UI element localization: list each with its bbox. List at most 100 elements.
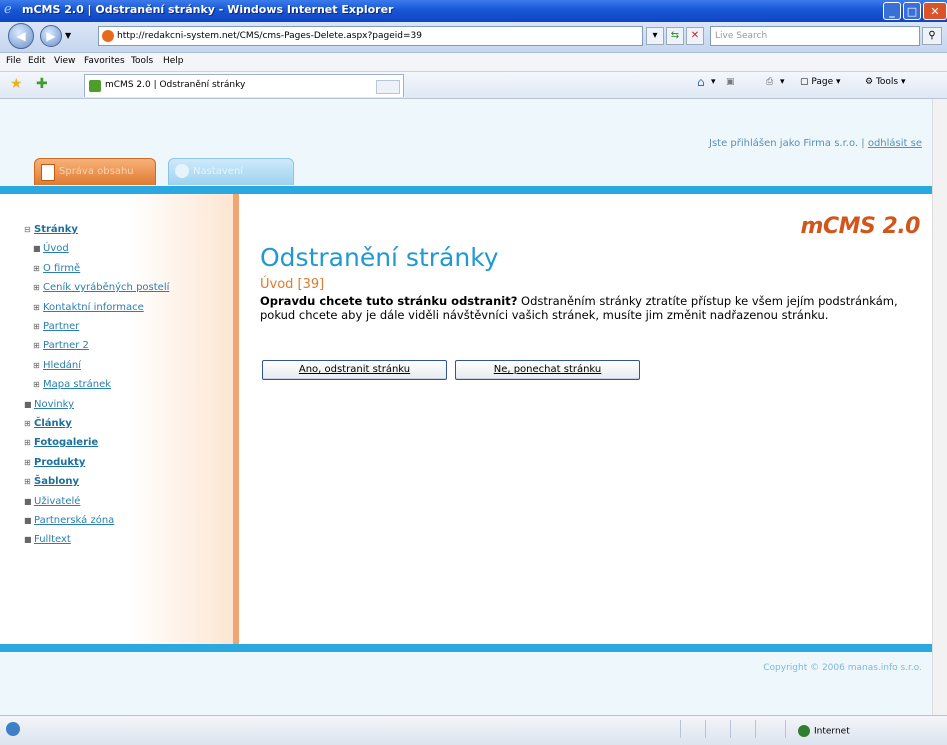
search-input[interactable]: Live Search: [710, 26, 920, 46]
page-subtitle: Úvod [39]: [260, 277, 325, 292]
sidebar-item-label[interactable]: Hledání: [43, 360, 81, 371]
sidebar-item-partner[interactable]: ⊞ Partner: [33, 321, 79, 332]
sidebar-item-mapa-stranek[interactable]: ⊞ Mapa stránek: [33, 379, 111, 390]
confirm-delete-button[interactable]: Ano, odstranit stránku: [262, 360, 447, 380]
print-dropdown-icon[interactable]: ▾: [780, 77, 785, 87]
feeds-icon[interactable]: ▣: [726, 77, 735, 87]
forward-button[interactable]: ▶: [40, 25, 62, 47]
expand-icon[interactable]: ⊞: [33, 322, 43, 331]
sidebar-item-label[interactable]: Fotogalerie: [34, 437, 98, 448]
expand-icon[interactable]: ⊞: [24, 438, 34, 447]
tools-menu-button[interactable]: ⚙ Tools ▾: [865, 77, 906, 87]
expand-icon[interactable]: ⊞: [33, 361, 43, 370]
footer-divider: [0, 644, 932, 652]
page-icon: [102, 30, 114, 42]
sidebar-item-o-firme[interactable]: ⊞ O firmě: [33, 263, 80, 274]
address-input[interactable]: http://redakcni-system.net/CMS/cms-Pages…: [98, 26, 643, 46]
expand-icon[interactable]: ⊞: [33, 264, 43, 273]
refresh-icon[interactable]: ⇆: [666, 27, 684, 45]
tab-settings[interactable]: Nastavení: [168, 158, 294, 185]
add-favorite-icon[interactable]: ✚: [36, 76, 48, 92]
favorites-star-icon[interactable]: ★: [10, 76, 23, 92]
history-dropdown-icon[interactable]: ▼: [65, 31, 71, 40]
window-title-bar[interactable]: ℯ mCMS 2.0 | Odstranění stránky - Window…: [0, 0, 947, 22]
sidebar-item-fulltext[interactable]: ■ Fulltext: [24, 534, 71, 545]
sidebar-item-cenik-vyrabenych-posteli[interactable]: ⊞ Ceník vyráběných postelí: [33, 282, 169, 293]
tab-content-management[interactable]: Správa obsahu: [34, 158, 156, 185]
menu-favorites[interactable]: Favorites: [84, 56, 125, 66]
sidebar-item-label[interactable]: Fulltext: [34, 534, 71, 545]
expand-icon[interactable]: ⊞: [33, 283, 43, 292]
menu-tools[interactable]: Tools: [131, 56, 153, 66]
security-zone[interactable]: Internet: [798, 725, 850, 737]
status-separator: [755, 720, 756, 738]
expand-icon[interactable]: ⊞: [33, 380, 43, 389]
sidebar-item-label[interactable]: Novinky: [34, 399, 74, 410]
sidebar-item-label[interactable]: Uživatelé: [34, 496, 80, 507]
sidebar-item-label[interactable]: Úvod: [43, 243, 69, 254]
copyright-text: Copyright © 2006 manas.info s.r.o.: [763, 663, 922, 673]
sidebar-item-label[interactable]: Stránky: [34, 224, 78, 235]
back-button[interactable]: ◀: [8, 23, 34, 49]
home-dropdown-icon[interactable]: ▾: [711, 77, 716, 87]
status-separator: [785, 720, 786, 738]
tab-content-management-label: Správa obsahu: [59, 166, 134, 177]
sidebar-item-label[interactable]: Kontaktní informace: [43, 302, 144, 313]
menu-help[interactable]: Help: [163, 56, 184, 66]
bullet-icon: ■: [24, 535, 32, 544]
minimize-button[interactable]: _: [883, 2, 901, 20]
new-tab-button[interactable]: [376, 80, 400, 94]
sidebar-item-label[interactable]: Šablony: [34, 476, 79, 487]
confirmation-question: Opravdu chcete tuto stránku odstranit?: [260, 294, 518, 308]
address-dropdown-button[interactable]: ▾: [646, 27, 664, 45]
security-zone-label: Internet: [814, 726, 850, 737]
sidebar-item-produkty[interactable]: ⊞ Produkty: [24, 457, 85, 468]
print-icon[interactable]: ⎙: [766, 77, 773, 87]
sidebar-item-stranky[interactable]: ⊟ Stránky: [24, 224, 78, 235]
sidebar-item-label[interactable]: Partner: [43, 321, 79, 332]
stop-icon[interactable]: ✕: [686, 27, 704, 45]
page-scrollbar[interactable]: [932, 99, 947, 715]
search-icon[interactable]: ⚲: [922, 27, 942, 45]
home-icon[interactable]: ⌂: [697, 75, 705, 89]
sidebar-item-label[interactable]: Ceník vyráběných postelí: [43, 282, 169, 293]
sidebar-item-label[interactable]: Partnerská zóna: [34, 515, 114, 526]
expand-icon[interactable]: ⊞: [24, 458, 34, 467]
logout-link[interactable]: odhlásit se: [868, 138, 922, 149]
expand-icon[interactable]: ⊞: [24, 477, 34, 486]
user-info: Jste přihlášen jako Firma s.r.o. | odhlá…: [709, 138, 922, 149]
keep-page-button[interactable]: Ne, ponechat stránku: [455, 360, 640, 380]
status-separator: [680, 720, 681, 738]
settings-icon: [175, 164, 189, 178]
expand-icon[interactable]: ⊞: [33, 303, 43, 312]
expand-icon[interactable]: ⊞: [24, 419, 34, 428]
tab-settings-label: Nastavení: [193, 166, 244, 177]
sidebar-item-label[interactable]: Mapa stránek: [43, 379, 111, 390]
sidebar-item-sablony[interactable]: ⊞ Šablony: [24, 476, 79, 487]
menu-file[interactable]: File: [6, 56, 21, 66]
sidebar-item-label[interactable]: Články: [34, 418, 72, 429]
expand-icon[interactable]: ⊞: [33, 341, 43, 350]
sidebar-item-label[interactable]: O firmě: [43, 263, 80, 274]
page-menu-label: Page: [811, 77, 834, 87]
menu-view[interactable]: View: [54, 56, 75, 66]
sidebar-item-uvod[interactable]: ■ Úvod: [33, 243, 69, 254]
page-status-icon: [6, 722, 20, 736]
sidebar-item-clanky[interactable]: ⊞ Články: [24, 418, 72, 429]
browser-tab-active[interactable]: mCMS 2.0 | Odstranění stránky: [84, 74, 404, 97]
collapse-icon[interactable]: ⊟: [24, 225, 34, 234]
sidebar-item-fotogalerie[interactable]: ⊞ Fotogalerie: [24, 437, 98, 448]
sidebar-item-label[interactable]: Partner 2: [43, 340, 89, 351]
maximize-button[interactable]: □: [903, 2, 921, 20]
sidebar-item-hledani[interactable]: ⊞ Hledání: [33, 360, 81, 371]
menu-edit[interactable]: Edit: [28, 56, 45, 66]
close-button[interactable]: ✕: [923, 2, 947, 20]
page-menu-button[interactable]: ▢ Page ▾: [800, 77, 841, 87]
sidebar-item-kontaktni-informace[interactable]: ⊞ Kontaktní informace: [33, 302, 144, 313]
sidebar-item-label[interactable]: Produkty: [34, 457, 85, 468]
sidebar-item-novinky[interactable]: ■ Novinky: [24, 399, 74, 410]
sidebar-item-partner-2[interactable]: ⊞ Partner 2: [33, 340, 89, 351]
sidebar-item-partnerska-zona[interactable]: ■ Partnerská zóna: [24, 515, 114, 526]
sidebar-item-uzivatele[interactable]: ■ Uživatelé: [24, 496, 80, 507]
keep-page-label: Ne, ponechat stránku: [493, 364, 602, 375]
